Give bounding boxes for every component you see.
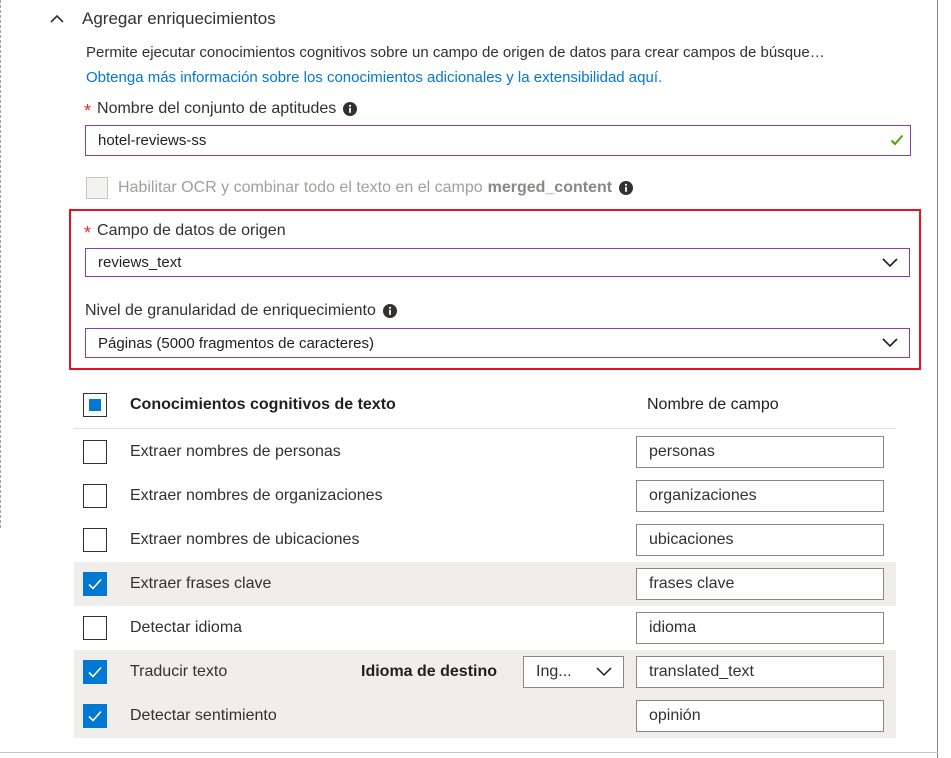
target-language-dropdown[interactable]: Ing... <box>523 656 624 688</box>
skill-row-ubicaciones: Extraer nombres de ubicaciones ubicacion… <box>74 518 896 562</box>
skill-label: Detectar sentimiento <box>130 707 277 724</box>
checkmark-icon <box>890 134 904 146</box>
skill-checkbox[interactable] <box>83 440 107 464</box>
section-description: Permite ejecutar conocimientos cognitivo… <box>86 44 825 61</box>
skill-checkbox[interactable] <box>83 616 107 640</box>
skill-checkbox[interactable] <box>83 704 107 728</box>
field-name-input[interactable]: opinión <box>636 700 884 732</box>
checkmark-icon <box>88 710 102 722</box>
right-frame-border <box>937 0 938 758</box>
chevron-down-icon <box>596 667 612 677</box>
ocr-option: Habilitar OCR y combinar todo el texto e… <box>86 177 634 199</box>
skill-checkbox[interactable] <box>83 528 107 552</box>
field-name-input[interactable]: organizaciones <box>636 480 884 512</box>
info-icon[interactable] <box>343 102 358 116</box>
ocr-label: Habilitar OCR y combinar todo el texto e… <box>118 179 483 196</box>
skill-label: Detectar idioma <box>130 619 243 636</box>
source-field-label-text: Campo de datos de origen <box>97 222 286 239</box>
skill-label: Traducir texto <box>130 663 228 680</box>
field-name-input[interactable]: frases clave <box>636 568 884 600</box>
left-frame-border <box>0 0 4 528</box>
bottom-frame-border <box>0 752 938 753</box>
skill-checkbox[interactable] <box>83 660 107 684</box>
skill-checkbox[interactable] <box>83 484 107 508</box>
skillset-name-value: hotel-reviews-ss <box>98 132 207 149</box>
skill-label: Extraer nombres de ubicaciones <box>130 531 360 548</box>
skillset-name-label: * Nombre del conjunto de aptitudes <box>84 100 358 121</box>
granularity-label-text: Nivel de granularidad de enriquecimiento <box>85 302 376 319</box>
skillset-name-input[interactable]: hotel-reviews-ss <box>85 125 911 156</box>
info-icon[interactable] <box>382 304 397 318</box>
info-icon[interactable] <box>619 181 634 195</box>
field-name-input[interactable]: idioma <box>636 612 884 644</box>
learn-more-link[interactable]: Obtenga más información sobre los conoci… <box>86 69 662 86</box>
chevron-down-icon <box>882 257 898 267</box>
skill-row-idioma: Detectar idioma idioma <box>74 606 896 650</box>
required-asterisk: * <box>84 223 92 243</box>
ocr-checkbox[interactable] <box>86 177 108 199</box>
skill-row-traducir: Traducir texto Idioma de destino Ing... … <box>74 650 896 694</box>
granularity-dropdown[interactable]: Páginas (5000 fragmentos de caracteres) <box>85 328 910 358</box>
granularity-selected: Páginas (5000 fragmentos de caracteres) <box>98 334 374 352</box>
section-header-enrichments[interactable]: Agregar enriquecimientos <box>46 6 276 32</box>
select-all-checkbox[interactable] <box>83 393 107 417</box>
field-name-input[interactable]: translated_text <box>636 656 884 688</box>
skill-label: Extraer frases clave <box>130 575 272 592</box>
skill-row-sentimiento: Detectar sentimiento opinión <box>74 694 896 738</box>
field-name-input[interactable]: personas <box>636 436 884 468</box>
field-column-header: Nombre de campo <box>647 396 779 413</box>
skill-label: Extraer nombres de organizaciones <box>130 487 383 504</box>
skill-row-frases-clave: Extraer frases clave frases clave <box>74 562 896 606</box>
source-field-label: * Campo de datos de origen <box>84 222 286 243</box>
checkmark-icon <box>88 578 102 590</box>
partial-check-mark <box>89 399 101 411</box>
skill-row-organizaciones: Extraer nombres de organizaciones organi… <box>74 474 896 518</box>
section-title: Agregar enriquecimientos <box>82 9 276 28</box>
field-name-input[interactable]: ubicaciones <box>636 524 884 556</box>
chevron-down-icon <box>882 338 898 348</box>
skill-label: Extraer nombres de personas <box>130 443 341 460</box>
ocr-field-name: merged_content <box>487 179 613 196</box>
checkmark-icon <box>88 666 102 678</box>
skills-column-header: Conocimientos cognitivos de texto <box>130 396 396 413</box>
granularity-label: Nivel de granularidad de enriquecimiento <box>85 302 397 320</box>
required-asterisk: * <box>84 101 92 121</box>
target-language-selected: Ing... <box>536 663 572 680</box>
skills-table-header: Conocimientos cognitivos de texto Nombre… <box>74 384 896 429</box>
skill-row-personas: Extraer nombres de personas personas <box>74 430 896 474</box>
target-language-label: Idioma de destino <box>361 663 498 680</box>
source-field-selected: reviews_text <box>98 254 182 271</box>
skill-checkbox[interactable] <box>83 572 107 596</box>
skillset-name-label-text: Nombre del conjunto de aptitudes <box>97 100 337 117</box>
chevron-up-icon[interactable] <box>46 8 68 30</box>
source-field-dropdown[interactable]: reviews_text <box>85 248 910 277</box>
